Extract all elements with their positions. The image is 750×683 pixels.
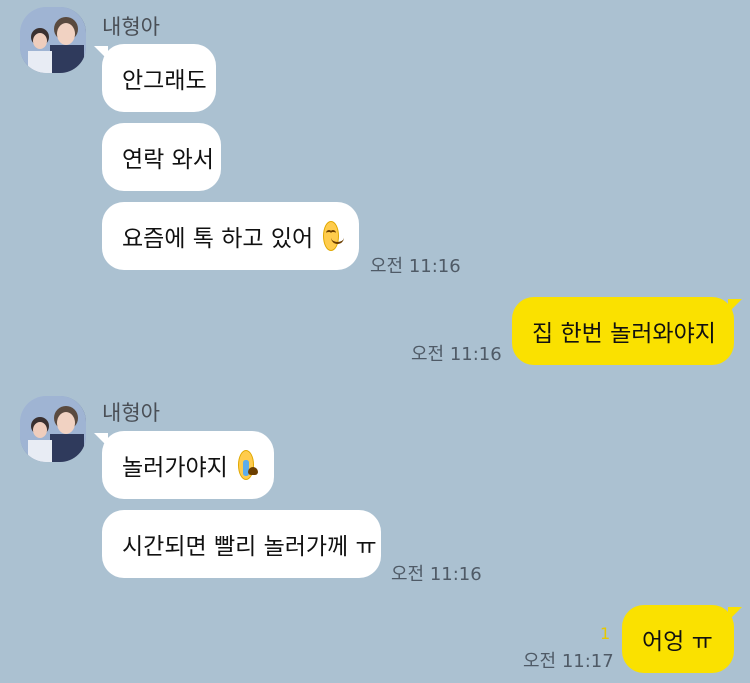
message-bubble[interactable]: 시간되면 빨리 놀러가께 ㅠ: [102, 510, 381, 578]
unread-count: 1: [600, 624, 611, 643]
message-timestamp: 오전 11:16: [370, 256, 461, 277]
message-bubble[interactable]: 놀러가야지: [102, 431, 274, 499]
message-bubble[interactable]: 어엉 ㅠ: [622, 605, 734, 673]
sender-avatar[interactable]: [20, 396, 86, 462]
message-bubble[interactable]: 연락 와서: [102, 123, 221, 191]
sender-name: 내형아: [102, 401, 160, 425]
loudly-crying-face-emoji: [237, 450, 258, 480]
message-bubble[interactable]: 요즘에 톡 하고 있어: [102, 202, 359, 270]
sender-name: 내형아: [102, 15, 160, 39]
message-text: 놀러가야지: [122, 455, 228, 481]
message-timestamp: 오전 11:16: [391, 564, 482, 585]
message-text: 어엉 ㅠ: [642, 629, 713, 655]
message-text: 시간되면 빨리 놀러가께 ㅠ: [122, 534, 377, 560]
message-timestamp: 오전 11:16: [411, 344, 502, 365]
message-bubble[interactable]: 집 한번 놀러와야지: [512, 297, 734, 365]
bubble-tail: [728, 607, 742, 621]
message-bubble[interactable]: 안그래도: [102, 44, 216, 112]
smiling-face-emoji: [323, 221, 345, 251]
sender-avatar[interactable]: [20, 7, 86, 73]
message-text: 집 한번 놀러와야지: [532, 321, 716, 347]
message-text: 요즘에 톡 하고 있어: [122, 226, 314, 252]
message-text: 연락 와서: [122, 147, 214, 173]
message-text: 안그래도: [122, 68, 207, 94]
bubble-tail: [728, 299, 742, 313]
message-timestamp: 오전 11:17: [523, 651, 614, 672]
